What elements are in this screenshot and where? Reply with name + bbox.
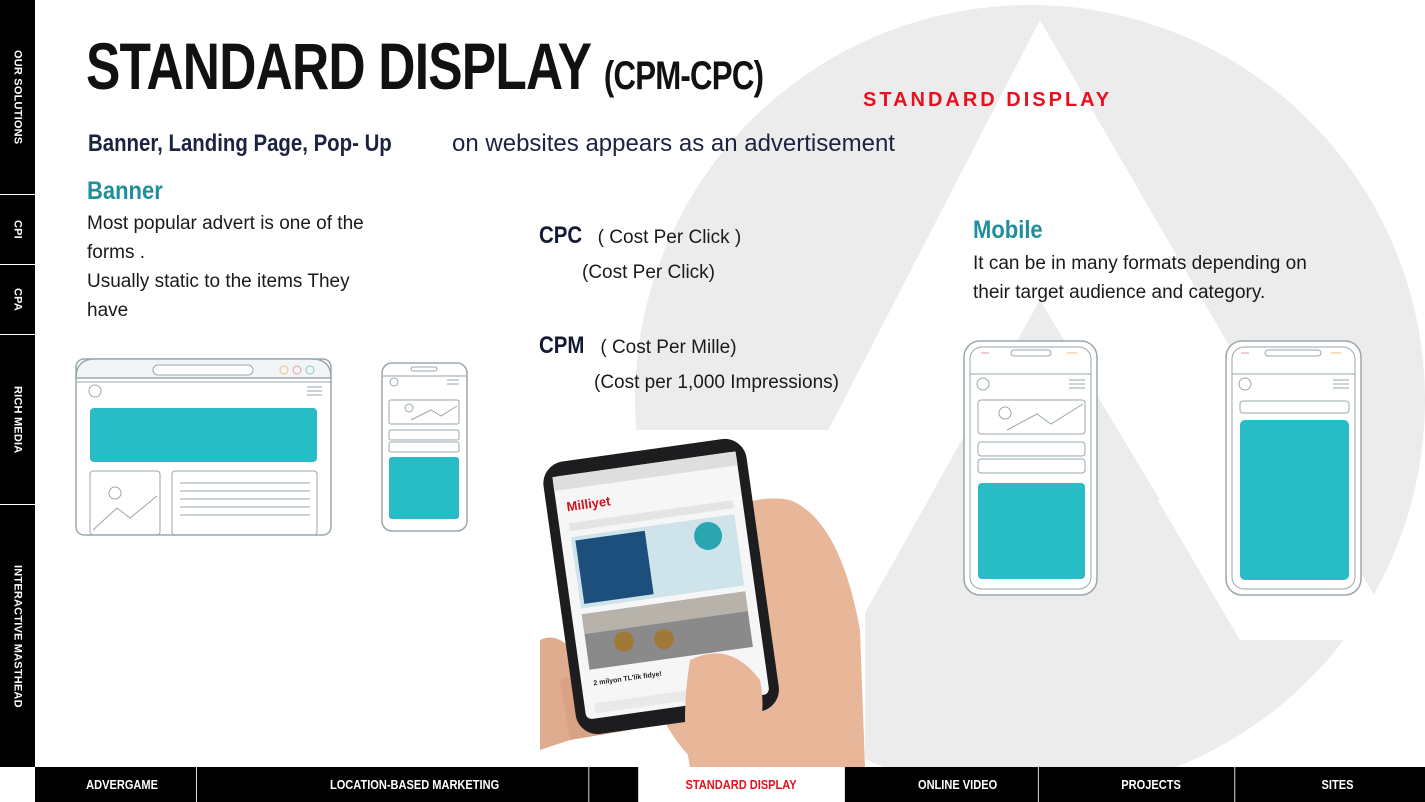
tab-sites[interactable]: SITES xyxy=(1263,767,1412,802)
mobile-wireframe-full-ad-icon xyxy=(1225,340,1362,596)
cpm-description: (Cost per 1,000 Impressions) xyxy=(594,372,839,393)
lead-bold: Banner, Landing Page, Pop- Up xyxy=(88,130,392,157)
cpm-abbr: CPM xyxy=(539,332,585,359)
section-label: STANDARD DISPLAY xyxy=(863,89,1113,111)
lead-text: Banner, Landing Page, Pop- Up on website… xyxy=(88,130,895,158)
sidebar-item-rich-media[interactable]: RICH MEDIA xyxy=(0,335,35,505)
page-title-suffix: (CPM-CPC) xyxy=(603,54,764,98)
sidebar-item-interactive-masthead[interactable]: INTERACTIVE MASTHEAD xyxy=(0,505,35,767)
sidebar: OUR SOLUTIONS CPI CPA RICH MEDIA INTERAC… xyxy=(0,0,35,767)
cpc-description: (Cost Per Click) xyxy=(582,262,716,283)
desktop-banner-wireframe-icon xyxy=(75,358,332,536)
lead-rest: on websites appears as an advertisement xyxy=(445,130,895,157)
mobile-description: It can be in many formats depending on t… xyxy=(973,253,1307,303)
page-title: STANDARD DISPLAY (CPM-CPC) xyxy=(86,29,764,103)
hand-holding-phone-image: Milliyet 2 milyon TL'lik fidye! xyxy=(540,430,865,767)
cpc-abbr: CPC xyxy=(539,222,583,249)
cpm-line: CPM( Cost Per Mille) xyxy=(539,332,737,359)
tab-standard-display[interactable]: STANDARD DISPLAY xyxy=(638,767,845,802)
tab-location-based-marketing[interactable]: LOCATION-BASED MARKETING xyxy=(241,767,590,802)
tab-online-video[interactable]: ONLINE VIDEO xyxy=(877,767,1039,802)
sidebar-item-our-solutions[interactable]: OUR SOLUTIONS xyxy=(0,0,35,195)
sidebar-item-cpi[interactable]: CPI xyxy=(0,195,35,265)
cpc-line: CPC( Cost Per Click ) xyxy=(539,222,742,249)
sidebar-item-cpa[interactable]: CPA xyxy=(0,265,35,335)
tab-projects[interactable]: PROJECTS xyxy=(1068,767,1236,802)
bottom-nav: ADVERGAME LOCATION-BASED MARKETING STAND… xyxy=(35,767,1425,802)
small-phone-wireframe-icon xyxy=(381,362,468,532)
mobile-heading: Mobile xyxy=(973,216,1043,244)
mobile-wireframe-image-layout-icon xyxy=(963,340,1098,596)
banner-description: Most popular advert is one of the forms … xyxy=(87,213,364,321)
tab-advergame[interactable]: ADVERGAME xyxy=(48,767,197,802)
banner-heading: Banner xyxy=(87,177,163,205)
